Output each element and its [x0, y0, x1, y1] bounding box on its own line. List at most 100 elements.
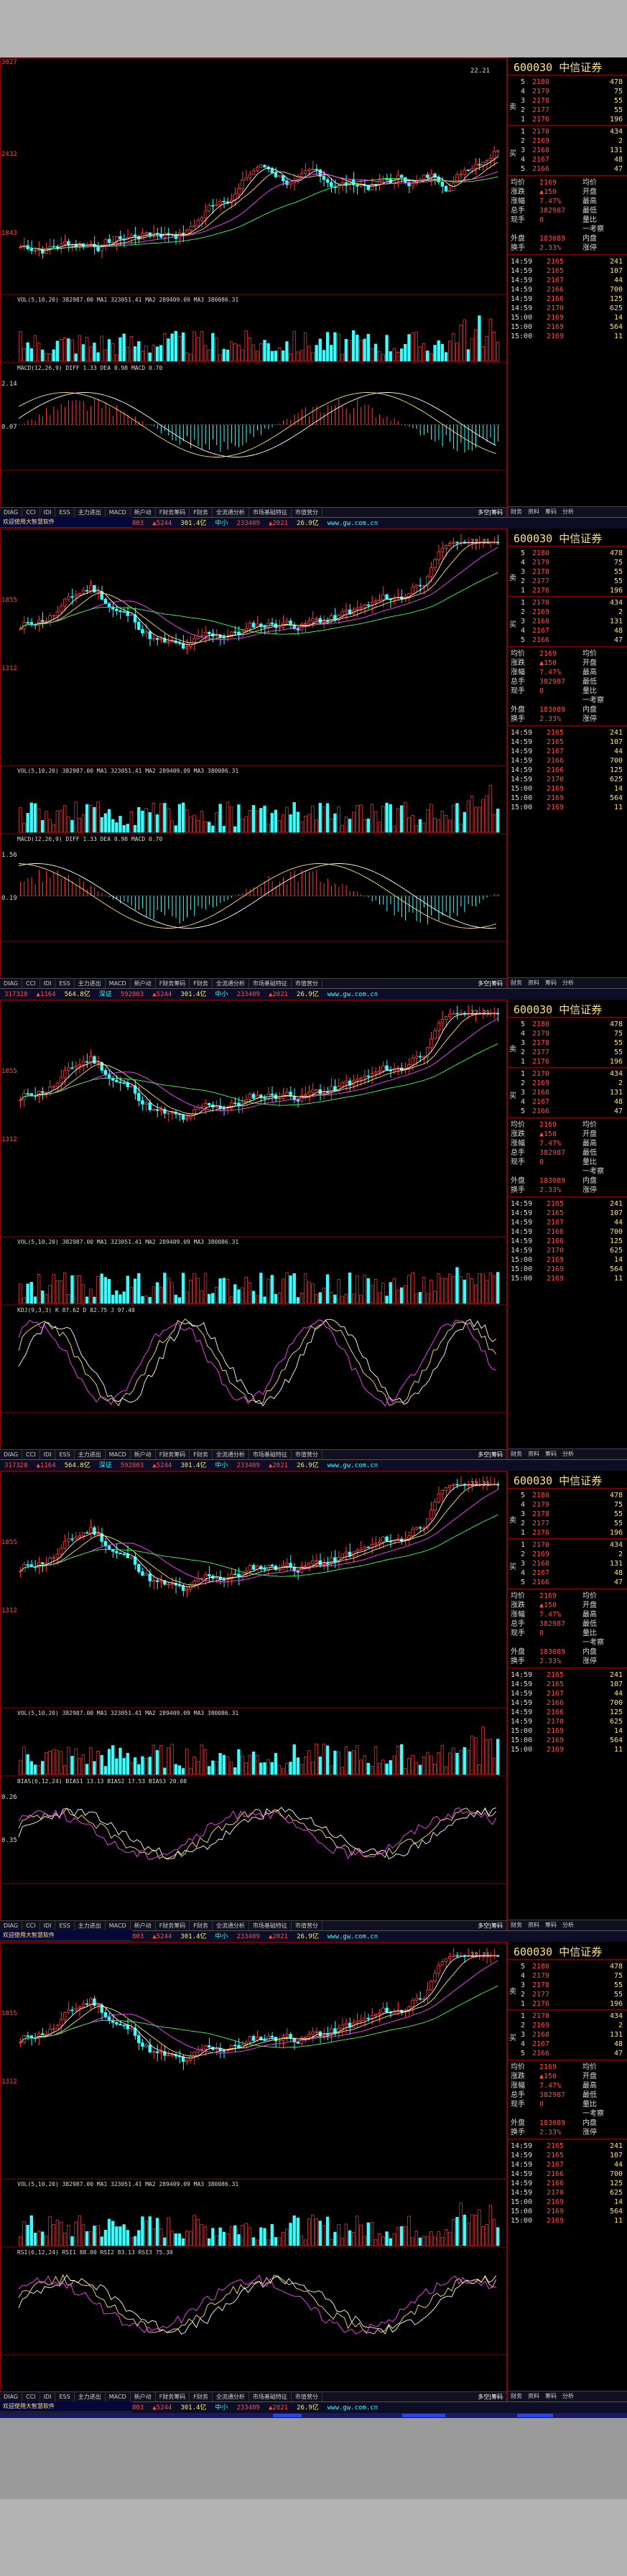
tick-row: 14:59 2166 700	[511, 1698, 626, 1708]
quote-panel-tab[interactable]: 筹码	[542, 2391, 559, 2401]
quote-panel-tab[interactable]: 分析	[559, 2391, 577, 2401]
quote-panel-tab[interactable]: 筹码	[542, 1920, 559, 1930]
quote-panel-tab[interactable]: 财务	[508, 2391, 525, 2401]
toolbar-tab[interactable]: ESS	[55, 1450, 75, 1460]
candle-body	[414, 1527, 419, 1530]
toolbar-tab[interactable]: MACD	[106, 1450, 131, 1460]
toolbar-tab[interactable]: 全流通分析	[213, 2392, 249, 2402]
quote-panel-tab[interactable]: 分析	[559, 507, 577, 517]
toolbar-tab[interactable]: 全流通分析	[213, 1921, 249, 1931]
tick-row: 14:59 2170 625	[511, 2188, 626, 2198]
toolbar-tab[interactable]: 市场基础特征	[249, 1450, 292, 1460]
toolbar-tab[interactable]: 主力进出	[75, 2392, 106, 2402]
toolbar-tab[interactable]: F财务筹码	[156, 1450, 190, 1460]
volume-bar	[59, 2221, 63, 2246]
volume-bar	[292, 1273, 296, 1304]
toolbar-tab[interactable]: CCI	[22, 1450, 40, 1460]
candle-body	[115, 608, 119, 611]
toolbar-tab[interactable]: F财务	[190, 979, 213, 989]
toolbar-tab[interactable]: 新户动	[131, 2392, 156, 2402]
toolbar-tab[interactable]: 市场基础特征	[249, 508, 292, 518]
quote-panel-tab[interactable]: 分析	[559, 1449, 577, 1459]
toolbar-tab[interactable]: IDI	[40, 979, 56, 989]
toolbar-tab[interactable]: CCI	[22, 508, 40, 518]
level-index: 2	[521, 137, 526, 145]
toolbar-tab[interactable]: F财务筹码	[156, 1921, 190, 1931]
toolbar-tab[interactable]: 市值营分	[292, 1450, 322, 1460]
toolbar-tab[interactable]: 全流通分析	[213, 508, 249, 518]
quote-panel-tab[interactable]: 财务	[508, 1449, 525, 1459]
sell-level-row: 2 2177 55	[511, 1048, 626, 1057]
toolbar-right-label[interactable]: 多空|筹码	[474, 1450, 507, 1460]
toolbar-tab[interactable]: IDI	[40, 2392, 56, 2402]
toolbar-tab[interactable]: F财务筹码	[156, 2392, 190, 2402]
toolbar-tab[interactable]: 市场基础特征	[249, 1921, 292, 1931]
quote-panel-tab[interactable]: 资料	[525, 978, 542, 988]
toolbar-tab[interactable]: F财务	[190, 1450, 213, 1460]
toolbar-tab[interactable]: 主力进出	[75, 979, 106, 989]
toolbar-tab[interactable]: CCI	[22, 979, 40, 989]
toolbar-tab[interactable]: 全流通分析	[213, 1450, 249, 1460]
toolbar-tab[interactable]: MACD	[106, 979, 131, 989]
toolbar-tab[interactable]: F财务	[190, 508, 213, 518]
quote-panel-tab[interactable]: 财务	[508, 978, 525, 988]
toolbar-tab[interactable]: ESS	[55, 508, 75, 518]
toolbar-tab[interactable]: 市值营分	[292, 508, 322, 518]
quote-panel-tab[interactable]: 筹码	[542, 507, 559, 517]
toolbar-tab[interactable]: ESS	[55, 1921, 75, 1931]
toolbar-tab[interactable]: 主力进出	[75, 1921, 106, 1931]
toolbar-right-label[interactable]: 多空|筹码	[474, 2392, 507, 2402]
panel-divider	[508, 646, 627, 647]
toolbar-tab[interactable]: DIAG	[0, 508, 23, 518]
toolbar-tab[interactable]: MACD	[106, 1921, 131, 1931]
toolbar-right-label[interactable]: 多空|筹码	[474, 508, 507, 518]
candle-body	[62, 241, 67, 245]
toolbar-tab[interactable]: DIAG	[0, 979, 23, 989]
toolbar-tab[interactable]: F财务筹码	[156, 979, 190, 989]
toolbar-tab[interactable]: CCI	[22, 1921, 40, 1931]
volume-bar	[263, 340, 266, 362]
candle-body	[370, 1073, 374, 1077]
quote-panel-tab[interactable]: 分析	[559, 1920, 577, 1930]
toolbar-tab[interactable]: F财务筹码	[156, 508, 190, 518]
toolbar-tab[interactable]: F财务	[190, 1921, 213, 1931]
quote-panel-tab[interactable]: 资料	[525, 1920, 542, 1930]
level-price: 2180	[532, 78, 550, 86]
toolbar-tab[interactable]: IDI	[40, 1450, 56, 1460]
toolbar-tab[interactable]: F财务	[190, 2392, 213, 2402]
toolbar-right-label[interactable]: 多空|筹码	[474, 1921, 507, 1931]
toolbar-tab[interactable]: MACD	[106, 2392, 131, 2402]
toolbar-tab[interactable]: 全流通分析	[213, 979, 249, 989]
toolbar-tab[interactable]: DIAG	[0, 1450, 23, 1460]
quote-panel-tab[interactable]: 财务	[508, 1920, 525, 1930]
quote-panel-tab[interactable]: 筹码	[542, 1449, 559, 1459]
quote-panel-tab[interactable]: 筹码	[542, 978, 559, 988]
toolbar-tab[interactable]: ESS	[55, 979, 75, 989]
toolbar-tab[interactable]: 主力进出	[75, 508, 106, 518]
quote-panel-tab[interactable]: 资料	[525, 2391, 542, 2401]
toolbar-tab[interactable]: 新户动	[131, 979, 156, 989]
toolbar-tab[interactable]: ESS	[55, 2392, 75, 2402]
toolbar-tab[interactable]: MACD	[106, 508, 131, 518]
quote-panel-tab[interactable]: 资料	[525, 1449, 542, 1459]
toolbar-tab[interactable]: DIAG	[0, 2392, 23, 2402]
toolbar-tab[interactable]: 新户动	[131, 508, 156, 518]
quote-panel-tab[interactable]: 财务	[508, 507, 525, 517]
toolbar-tab[interactable]: 新户动	[131, 1921, 156, 1931]
volume-bar	[426, 1293, 429, 1304]
toolbar-tab[interactable]: CCI	[22, 2392, 40, 2402]
toolbar-tab[interactable]: 市场基础特征	[249, 2392, 292, 2402]
candle-body	[330, 2028, 333, 2035]
toolbar-tab[interactable]: 市场基础特征	[249, 979, 292, 989]
toolbar-tab[interactable]: 主力进出	[75, 1450, 106, 1460]
quote-panel-tab[interactable]: 分析	[559, 978, 577, 988]
quote-panel-tab[interactable]: 资料	[525, 507, 542, 517]
toolbar-tab[interactable]: 新户动	[131, 1450, 156, 1460]
toolbar-tab[interactable]: IDI	[40, 508, 56, 518]
toolbar-tab[interactable]: IDI	[40, 1921, 56, 1931]
toolbar-tab[interactable]: 市值营分	[292, 2392, 322, 2402]
toolbar-right-label[interactable]: 多空|筹码	[474, 979, 507, 989]
toolbar-tab[interactable]: 市值营分	[292, 979, 322, 989]
toolbar-tab[interactable]: 市值营分	[292, 1921, 322, 1931]
toolbar-tab[interactable]: DIAG	[0, 1921, 23, 1931]
